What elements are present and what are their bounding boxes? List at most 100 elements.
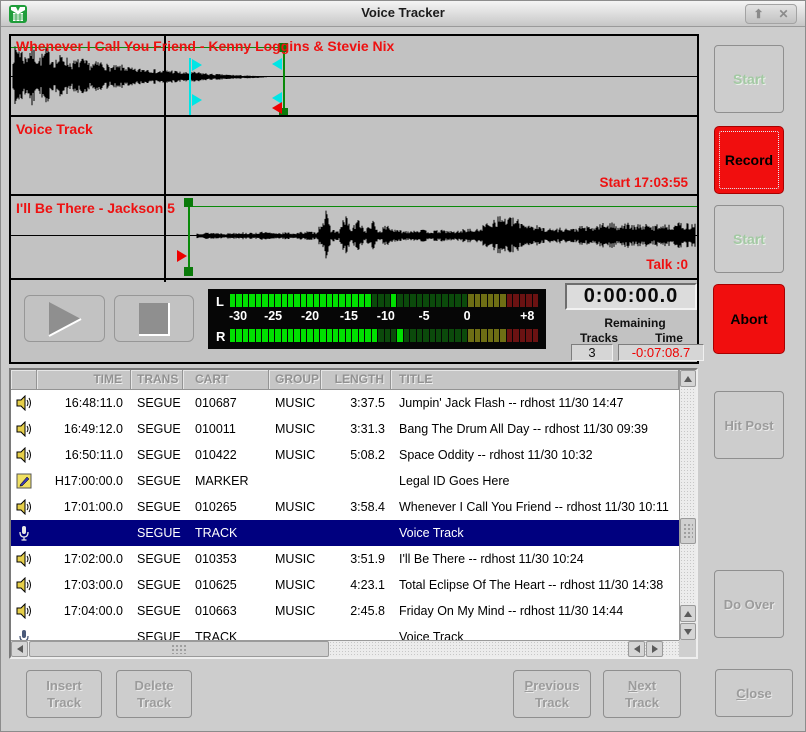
- do-over-button[interactable]: Do Over: [714, 570, 784, 638]
- log-event-row[interactable]: SEGUETRACKVoice Track: [11, 520, 679, 546]
- meter-segment: [417, 294, 422, 307]
- meter-segment: [243, 329, 248, 342]
- meter-segment: [346, 294, 351, 307]
- record-button[interactable]: Record: [714, 126, 784, 194]
- scroll-up-button[interactable]: [680, 370, 696, 387]
- fade-marker-left[interactable]: [272, 102, 282, 114]
- meter-segment: [339, 294, 344, 307]
- close-icon[interactable]: ✕: [771, 5, 796, 23]
- cell: 010011: [183, 422, 269, 436]
- cell: TRACK: [183, 526, 269, 540]
- meter-segment: [423, 329, 428, 342]
- meter-segment: [436, 294, 441, 307]
- log-event-row[interactable]: 16:48:11.0SEGUE010687MUSIC3:37.5Jumpin' …: [11, 390, 679, 416]
- log-event-row[interactable]: H17:00:00.0SEGUEMARKERLegal ID Goes Here: [11, 468, 679, 494]
- column-header-icon[interactable]: [11, 370, 37, 390]
- column-header-group[interactable]: GROUP: [269, 370, 321, 390]
- cell: TRACK: [183, 630, 269, 640]
- track3-title: I'll Be There - Jackson 5: [16, 200, 175, 216]
- meter-segment: [404, 294, 409, 307]
- play-button[interactable]: [24, 295, 105, 342]
- cell: SEGUE: [131, 552, 183, 566]
- meter-segment: [269, 294, 274, 307]
- meter-scale-tick: -15: [340, 309, 358, 323]
- start-marker-handle-top[interactable]: [184, 198, 193, 207]
- shade-icon[interactable]: ⬆: [746, 5, 771, 23]
- meter-segment: [500, 329, 505, 342]
- meter-segment: [481, 294, 486, 307]
- fade-marker-right[interactable]: [177, 250, 187, 262]
- log-event-row[interactable]: 17:03:00.0SEGUE010625MUSIC4:23.1Total Ec…: [11, 572, 679, 598]
- cell: SEGUE: [131, 500, 183, 514]
- close-button[interactable]: Close: [715, 669, 793, 717]
- meter-segment: [365, 329, 370, 342]
- talk-marker-handle-lower[interactable]: [192, 94, 202, 106]
- arrow-left-icon: [634, 645, 640, 653]
- meter-segment: [404, 329, 409, 342]
- cell: SEGUE: [131, 396, 183, 410]
- column-header-length[interactable]: LENGTH: [321, 370, 391, 390]
- talk-end-handle-upper[interactable]: [272, 58, 282, 70]
- talk-marker-handle-upper[interactable]: [192, 59, 202, 71]
- cell: 010422: [183, 448, 269, 462]
- meter-segment: [269, 329, 274, 342]
- vertical-scroll-thumb[interactable]: [680, 518, 696, 544]
- track-incoming-event: I'll Be There - Jackson 5 Talk :0: [11, 198, 697, 280]
- start-marker-handle-bottom[interactable]: [184, 267, 193, 276]
- meter-segment: [320, 329, 325, 342]
- insert-track-button[interactable]: Insert Track: [26, 670, 102, 718]
- delete-track-button[interactable]: Delete Track: [116, 670, 192, 718]
- column-header-cart[interactable]: CART: [183, 370, 269, 390]
- horizontal-scrollbar[interactable]: [11, 640, 679, 657]
- meter-segment: [494, 329, 499, 342]
- meter-segment: [378, 294, 383, 307]
- log-event-row[interactable]: SEGUETRACKVoice Track: [11, 624, 679, 640]
- next-track-button[interactable]: Next Track: [603, 670, 681, 718]
- playback-cursor: [164, 36, 166, 282]
- cell: 17:01:00.0: [37, 500, 131, 514]
- vertical-scrollbar[interactable]: [679, 370, 696, 640]
- cell: Friday On My Mind -- rdhost 11/30 14:44: [391, 604, 679, 618]
- scroll-right-button[interactable]: [646, 641, 663, 657]
- start-next-button[interactable]: Start: [714, 205, 784, 273]
- log-event-row[interactable]: 17:04:00.0SEGUE010663MUSIC2:45.8Friday O…: [11, 598, 679, 624]
- meter-scale-tick: -25: [264, 309, 282, 323]
- meter-segment: [288, 294, 293, 307]
- column-header-time[interactable]: TIME: [37, 370, 131, 390]
- cell: 3:31.3: [321, 422, 391, 436]
- meter-segment: [526, 294, 531, 307]
- scroll-down-button[interactable]: [680, 623, 696, 640]
- meter-segment: [333, 294, 338, 307]
- meter-segment: [352, 329, 357, 342]
- horizontal-scroll-thumb[interactable]: [29, 641, 329, 657]
- start-playback-button[interactable]: Start: [714, 45, 784, 113]
- remaining-time-label: Time: [639, 331, 699, 345]
- scroll-left-button[interactable]: [11, 641, 28, 657]
- log-event-row[interactable]: 16:49:12.0SEGUE010011MUSIC3:31.3Bang The…: [11, 416, 679, 442]
- table-header: TIMETRANSCARTGROUPLENGTHTITLE: [11, 370, 679, 390]
- column-header-title[interactable]: TITLE: [391, 370, 679, 390]
- arrow-left-icon: [17, 645, 23, 653]
- previous-track-button[interactable]: Previous Track: [513, 670, 591, 718]
- hit-post-button[interactable]: Hit Post: [714, 391, 784, 459]
- meter-left-segments: [230, 294, 538, 307]
- column-header-trans[interactable]: TRANS: [131, 370, 183, 390]
- insert-label-2: Track: [47, 694, 81, 711]
- abort-button[interactable]: Abort: [713, 284, 785, 354]
- remaining-time-value: -0:07:08.7: [618, 344, 704, 361]
- meter-segment: [385, 329, 390, 342]
- log-event-row[interactable]: 17:01:00.0SEGUE010265MUSIC3:58.4Whenever…: [11, 494, 679, 520]
- cell: Jumpin' Jack Flash -- rdhost 11/30 14:47: [391, 396, 679, 410]
- window-controls: ⬆ ✕: [745, 4, 797, 24]
- meter-segment: [488, 294, 493, 307]
- meter-segment: [455, 329, 460, 342]
- log-event-row[interactable]: 16:50:11.0SEGUE010422MUSIC5:08.2Space Od…: [11, 442, 679, 468]
- meter-segment: [462, 329, 467, 342]
- log-event-row[interactable]: 17:02:00.0SEGUE010353MUSIC3:51.9I'll Be …: [11, 546, 679, 572]
- meter-segment: [249, 294, 254, 307]
- stop-button[interactable]: [114, 295, 194, 342]
- scroll-up-button-2[interactable]: [680, 605, 696, 622]
- meter-segment: [442, 329, 447, 342]
- meter-segment: [236, 294, 241, 307]
- scroll-left-button-2[interactable]: [628, 641, 645, 657]
